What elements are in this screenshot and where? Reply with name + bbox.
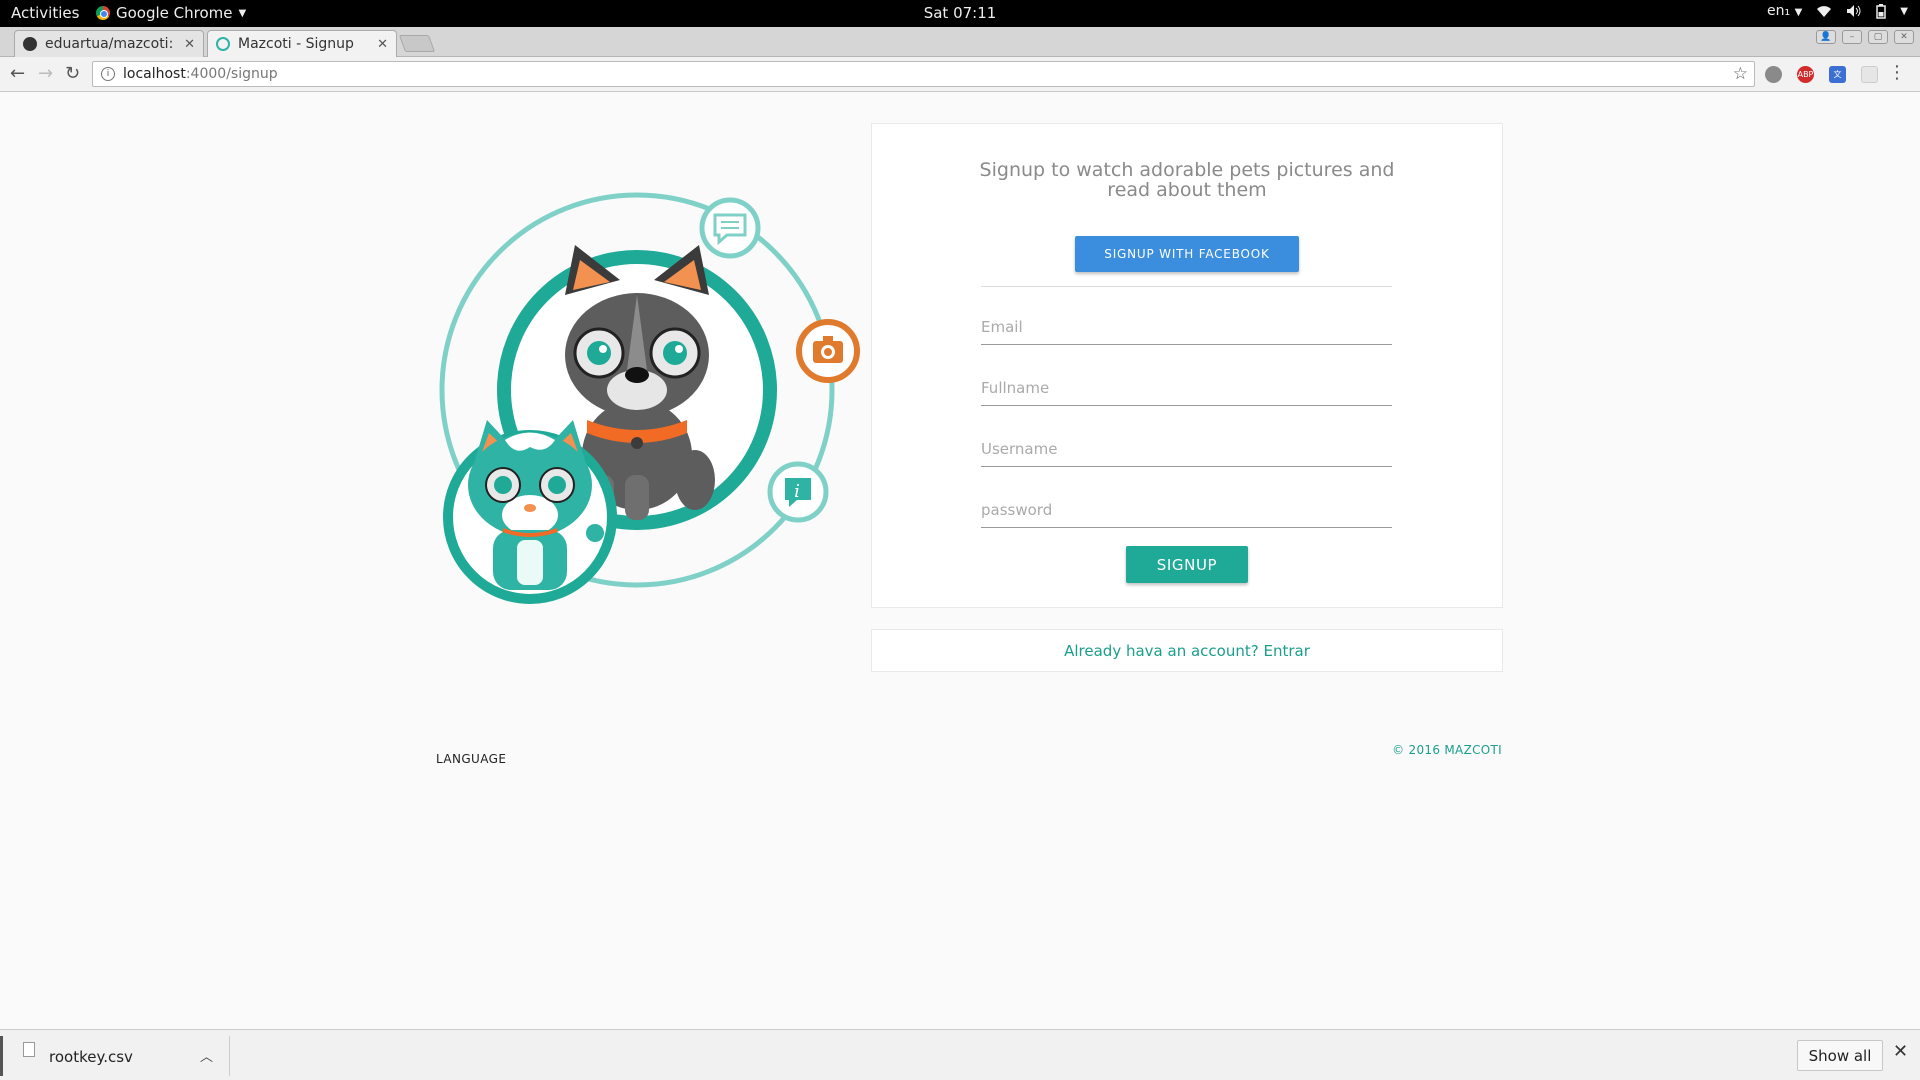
divider <box>981 286 1392 287</box>
login-card: Already hava an account? Entrar <box>871 629 1503 672</box>
signup-card: Signup to watch adorable pets pictures a… <box>871 123 1503 608</box>
window-controls: 👤 – ▢ ✕ <box>1816 30 1914 44</box>
reload-icon[interactable]: ↻ <box>65 63 80 84</box>
extension-icon[interactable] <box>1861 66 1878 83</box>
fullname-field[interactable] <box>981 370 1392 406</box>
back-arrow-icon[interactable]: ← <box>10 63 25 84</box>
minimize-button[interactable]: – <box>1842 30 1862 44</box>
chevron-down-icon: ▼ <box>1900 5 1908 17</box>
url-host: localhost <box>123 66 186 82</box>
close-icon[interactable]: ✕ <box>1893 1041 1908 1062</box>
download-shelf: rootkey.csv ︿ Show all ✕ <box>0 1029 1920 1080</box>
system-tray[interactable]: en₁ ▼ ▼ <box>1767 3 1908 19</box>
chat-bubble-icon <box>699 197 761 259</box>
close-window-button[interactable]: ✕ <box>1894 30 1914 44</box>
tab-title: eduartua/mazcoti: S <box>45 36 177 52</box>
download-file-name: rootkey.csv <box>49 1048 133 1066</box>
ghostery-icon[interactable] <box>1765 66 1782 83</box>
profile-icon[interactable]: 👤 <box>1816 30 1836 44</box>
new-tab-button[interactable] <box>398 35 436 52</box>
camera-icon <box>796 319 860 383</box>
username-field[interactable] <box>981 431 1392 467</box>
mazcoti-icon <box>216 37 230 51</box>
clock[interactable]: Sat 07:11 <box>0 4 1920 22</box>
bookmark-star-icon[interactable]: ☆ <box>1733 64 1748 84</box>
info-icon[interactable]: i <box>101 67 115 81</box>
info-bubble-icon: i <box>767 461 829 523</box>
wifi-icon <box>1817 6 1832 17</box>
language-selector[interactable]: LANGUAGE <box>436 752 506 766</box>
copyright: © 2016 MAZCOTI <box>1392 743 1502 757</box>
tab-mazcoti-signup[interactable]: Mazcoti - Signup ✕ <box>207 30 397 57</box>
url-path: :4000/signup <box>185 66 278 82</box>
google-translate-icon[interactable]: 文 <box>1829 66 1846 83</box>
system-top-bar: Activities Google Chrome ▼ Sat 07:11 en₁… <box>0 0 1920 27</box>
signup-button[interactable]: SIGNUP <box>1126 546 1248 583</box>
close-tab-icon[interactable]: ✕ <box>377 37 388 52</box>
adblock-plus-icon[interactable]: ABP <box>1797 66 1814 83</box>
download-item[interactable]: rootkey.csv ︿ <box>0 1036 230 1076</box>
volume-icon <box>1847 5 1861 17</box>
close-tab-icon[interactable]: ✕ <box>184 37 195 52</box>
password-field[interactable] <box>981 492 1392 528</box>
address-bar[interactable]: i localhost:4000/signup ☆ <box>92 61 1755 87</box>
svg-text:i: i <box>794 481 800 502</box>
email-field[interactable] <box>981 309 1392 345</box>
github-icon <box>23 37 37 51</box>
forward-arrow-icon[interactable]: → <box>38 63 53 84</box>
tab-strip: eduartua/mazcoti: S ✕ Mazcoti - Signup ✕… <box>0 27 1920 57</box>
browser-toolbar: ← → ↻ i localhost:4000/signup ☆ ABP 文 ⋮ <box>0 57 1920 92</box>
tab-github[interactable]: eduartua/mazcoti: S ✕ <box>14 30 204 57</box>
chrome-menu-icon[interactable]: ⋮ <box>1888 62 1906 83</box>
pets-illustration: i <box>439 192 860 604</box>
battery-icon <box>1876 3 1887 19</box>
chevron-up-icon[interactable]: ︿ <box>200 1046 213 1065</box>
page-title: Signup to watch adorable pets pictures a… <box>979 159 1395 201</box>
keyboard-layout-indicator[interactable]: en₁ ▼ <box>1767 3 1802 19</box>
maximize-button[interactable]: ▢ <box>1868 30 1888 44</box>
login-link[interactable]: Already hava an account? Entrar <box>1064 642 1310 660</box>
file-icon <box>23 1042 35 1057</box>
tab-title: Mazcoti - Signup <box>238 36 354 52</box>
show-all-button[interactable]: Show all <box>1797 1040 1883 1071</box>
signup-with-facebook-button[interactable]: SIGNUP WITH FACEBOOK <box>1075 236 1299 272</box>
